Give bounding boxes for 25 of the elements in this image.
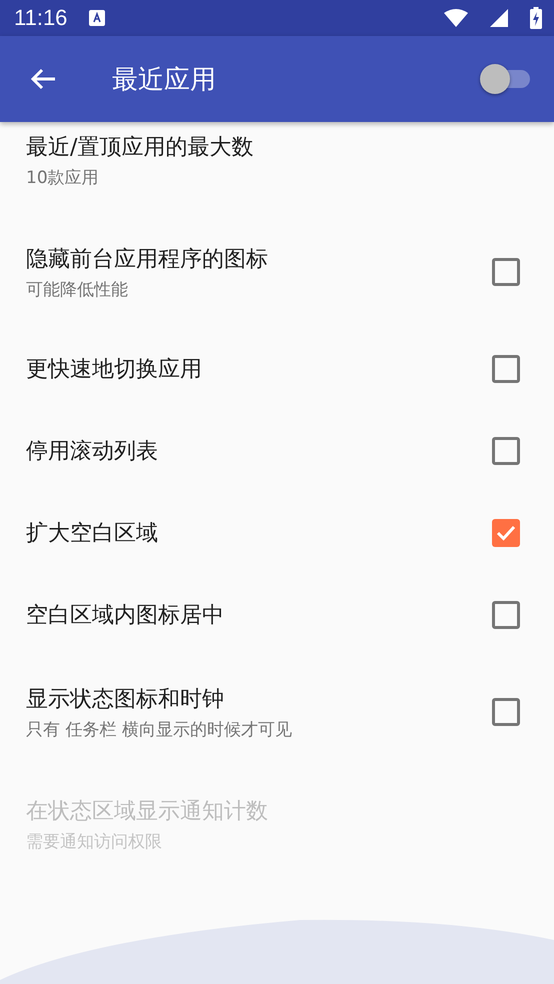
checkbox[interactable] — [492, 437, 520, 465]
page-title: 最近应用 — [112, 64, 217, 96]
setting-summary: 可能降低性能 — [26, 278, 129, 300]
checkbox[interactable] — [492, 258, 520, 286]
setting-title: 在状态区域显示通知计数 — [26, 798, 269, 826]
checkbox[interactable] — [492, 355, 520, 383]
setting-title: 最近/置顶应用的最大数 — [26, 134, 254, 162]
setting-title: 隐藏前台应用程序的图标 — [26, 246, 269, 274]
wifi-icon — [444, 9, 468, 27]
checkmark-icon — [496, 525, 516, 541]
status-time: 11:16 — [14, 5, 68, 31]
setting-summary: 只有 任务栏 横向显示的时候才可见 — [26, 718, 293, 740]
setting-title: 更快速地切换应用 — [26, 356, 203, 384]
setting-title: 空白区域内图标居中 — [26, 602, 225, 630]
checkbox[interactable] — [492, 698, 520, 726]
setting-title: 扩大空白区域 — [26, 520, 159, 548]
setting-title: 显示状态图标和时钟 — [26, 686, 225, 714]
setting-title: 停用滚动列表 — [26, 438, 159, 466]
battery-icon — [530, 7, 542, 29]
keyboard-icon — [89, 10, 106, 26]
checkbox[interactable] — [492, 519, 520, 547]
signal-icon — [490, 9, 508, 27]
setting-summary: 10款应用 — [26, 166, 100, 188]
master-switch[interactable] — [480, 63, 532, 95]
checkbox[interactable] — [492, 601, 520, 629]
